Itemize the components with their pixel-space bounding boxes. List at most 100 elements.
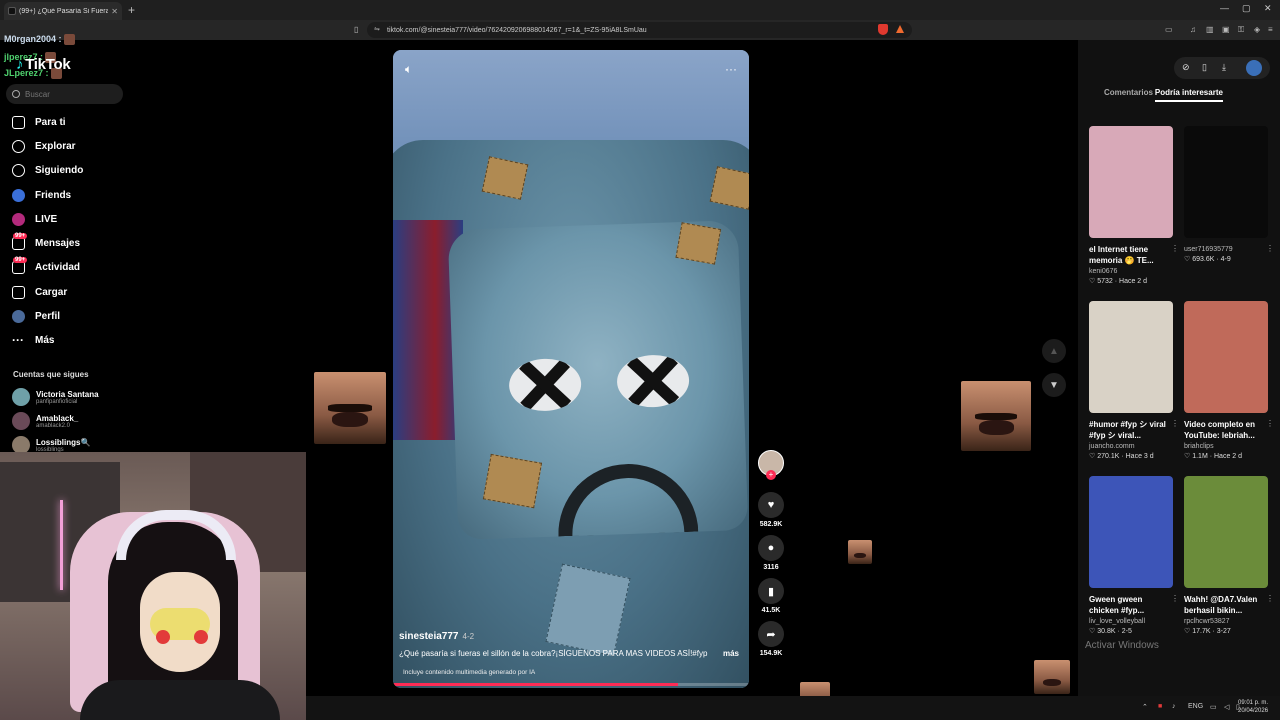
- nav-label: Mensajes: [35, 237, 81, 249]
- card-options-icon[interactable]: ⋮: [1171, 419, 1179, 428]
- taskbar-clock[interactable]: 09:01 p. m. 20/04/2026: [1238, 699, 1268, 715]
- card-options-icon[interactable]: ⋮: [1266, 244, 1274, 253]
- brave-rewards-icon[interactable]: [896, 25, 904, 33]
- card-username[interactable]: liv_love_volleyball: [1089, 618, 1173, 625]
- following-account[interactable]: Victoria Santana panfipanfioficial: [12, 388, 99, 406]
- nav-for-you[interactable]: Para ti: [12, 113, 66, 131]
- music-icon[interactable]: ♫: [1190, 25, 1196, 34]
- recommended-video-card[interactable]: user716935779 ♡ 693.6K · 4-9 ⋮: [1184, 126, 1274, 263]
- account-handle: amablack2.0: [36, 422, 71, 429]
- language-indicator[interactable]: ENG: [1188, 703, 1203, 710]
- card-options-icon[interactable]: ⋮: [1266, 594, 1274, 603]
- new-tab-button[interactable]: +: [128, 3, 135, 17]
- video-progress-bar[interactable]: [393, 683, 749, 686]
- video-thumbnail[interactable]: [1089, 476, 1173, 588]
- windows-taskbar: ⌃ ■ ♪ ENG ▭ ◁ ▯: [306, 696, 1280, 720]
- nav-more[interactable]: ··· Más: [12, 331, 54, 349]
- meme-mustache: [328, 404, 372, 412]
- previous-video-button[interactable]: ▲: [1042, 339, 1066, 363]
- menu-icon[interactable]: ≡: [1268, 25, 1273, 34]
- recommended-video-card[interactable]: Gween gween chicken #fyp... liv_love_voll…: [1089, 476, 1179, 635]
- share-count: 154.9K: [759, 650, 783, 657]
- reader-icon[interactable]: ▭: [1165, 25, 1173, 34]
- nav-activity[interactable]: 99+ Actividad: [12, 256, 81, 276]
- card-options-icon[interactable]: ⋮: [1171, 244, 1179, 253]
- close-tab-icon[interactable]: ✕: [111, 7, 118, 16]
- card-username[interactable]: keni0676: [1089, 268, 1173, 275]
- browser-tab[interactable]: (99+) ¿Qué Pasaría Si Fuera el... ✕: [4, 2, 122, 20]
- card-username[interactable]: user716935779: [1184, 246, 1268, 253]
- nav-upload[interactable]: Cargar: [12, 283, 67, 301]
- nav-following[interactable]: Siguiendo: [12, 161, 83, 179]
- extensions-icon[interactable]: ⚿: [1238, 25, 1244, 35]
- more-button[interactable]: más: [723, 649, 739, 658]
- phone-icon[interactable]: ▯: [1202, 62, 1207, 73]
- tiktok-logo[interactable]: ♪ TikTok: [16, 56, 71, 73]
- like-button[interactable]: ♥: [758, 492, 784, 518]
- compass-icon: [12, 139, 25, 153]
- nav-label: Cargar: [35, 286, 68, 298]
- follow-plus-icon[interactable]: +: [766, 470, 776, 480]
- chat-message: M0rgan2004 :: [4, 34, 75, 46]
- nav-explore[interactable]: Explorar: [12, 137, 76, 155]
- next-video-button[interactable]: ▼: [1042, 373, 1066, 397]
- nav-friends[interactable]: Friends: [12, 186, 71, 204]
- card-options-icon[interactable]: ⋮: [1266, 419, 1274, 428]
- video-options-icon[interactable]: ···: [725, 62, 737, 76]
- video-thumbnail[interactable]: [1089, 126, 1173, 238]
- video-player[interactable]: 🔈︎ ··· sinesteia777 4-2 ¿Qué pasaría si f…: [393, 50, 749, 688]
- vpn-icon[interactable]: ◈: [1254, 25, 1260, 34]
- save-button[interactable]: ▮: [758, 578, 784, 604]
- network-icon[interactable]: ▭: [1210, 703, 1217, 711]
- speaker-icon[interactable]: ◁: [1224, 703, 1229, 711]
- card-username[interactable]: juancho.comm: [1089, 443, 1173, 450]
- tray-app-icon[interactable]: ■: [1158, 703, 1162, 710]
- card-options-icon[interactable]: ⋮: [1171, 594, 1179, 603]
- search-input[interactable]: [25, 89, 115, 99]
- search-bar[interactable]: [6, 84, 123, 104]
- nav-messages[interactable]: 99+ Mensajes: [12, 232, 81, 252]
- close-window-icon[interactable]: ✕: [1264, 3, 1272, 14]
- video-thumbnail[interactable]: [1184, 126, 1268, 238]
- url-field[interactable]: ⇋ tiktok.com/@sinesteia777/video/7624209…: [367, 22, 912, 38]
- nav-profile[interactable]: Perfil: [12, 307, 60, 325]
- tab-comments[interactable]: Comentarios: [1104, 88, 1153, 97]
- brave-shield-icon[interactable]: [878, 24, 888, 35]
- recommended-video-card[interactable]: Video completo en YouTube: lebriah... bri…: [1184, 301, 1274, 460]
- recommended-video-card[interactable]: #humor #fyp シ viral #fyp シ viral... juanc…: [1089, 301, 1179, 460]
- minimize-icon[interactable]: —: [1220, 3, 1229, 13]
- wallet-icon[interactable]: ▣: [1222, 25, 1230, 34]
- video-thumbnail[interactable]: [1089, 301, 1173, 413]
- mic-icon[interactable]: ♪: [1172, 703, 1176, 710]
- recommended-video-card[interactable]: el Internet tiene memoria 🤭 TE... keni067…: [1089, 126, 1179, 285]
- bookmark-icon[interactable]: ▯: [354, 25, 358, 34]
- card-username[interactable]: briahclips: [1184, 443, 1268, 450]
- site-info-icon[interactable]: ⇋: [374, 25, 380, 33]
- nav-label: Actividad: [35, 261, 81, 273]
- post-date: 4-2: [462, 632, 475, 641]
- live-icon: [12, 212, 25, 226]
- card-username[interactable]: rpclhcwr53827: [1184, 618, 1268, 625]
- sidebar-icon[interactable]: ▥: [1206, 25, 1214, 34]
- nav-live[interactable]: LIVE: [12, 210, 57, 228]
- tray-chevron-icon[interactable]: ⌃: [1142, 703, 1148, 711]
- tab-recommended[interactable]: Podría interesarte: [1154, 88, 1223, 102]
- recommended-video-card[interactable]: Wahh! @DA7.Valen berhasil bikin... rpclhc…: [1184, 476, 1274, 635]
- video-thumbnail[interactable]: [1184, 476, 1268, 588]
- browser-tab-bar: (99+) ¿Qué Pasaría Si Fuera el... ✕ + — …: [0, 0, 1280, 20]
- following-account[interactable]: Amablack_ amablack2.0: [12, 412, 78, 430]
- account-name: Victoria Santana: [36, 389, 99, 399]
- maximize-icon[interactable]: ▢: [1242, 3, 1251, 14]
- address-bar-row: ▯ ⇋ tiktok.com/@sinesteia777/video/76242…: [0, 20, 1280, 40]
- meme-emote: [961, 381, 1031, 451]
- compass-icon[interactable]: ⊘: [1182, 62, 1190, 73]
- nav-label: LIVE: [35, 213, 58, 225]
- user-avatar[interactable]: [1246, 60, 1262, 76]
- comment-button[interactable]: ●: [758, 535, 784, 561]
- share-button[interactable]: ➦: [758, 621, 784, 647]
- volume-icon[interactable]: 🔈︎: [405, 62, 412, 77]
- video-author[interactable]: sinesteia777 4-2: [399, 631, 474, 642]
- download-icon[interactable]: ⤓: [1222, 62, 1226, 73]
- video-thumbnail[interactable]: [1184, 301, 1268, 413]
- meme-emote: [314, 372, 386, 444]
